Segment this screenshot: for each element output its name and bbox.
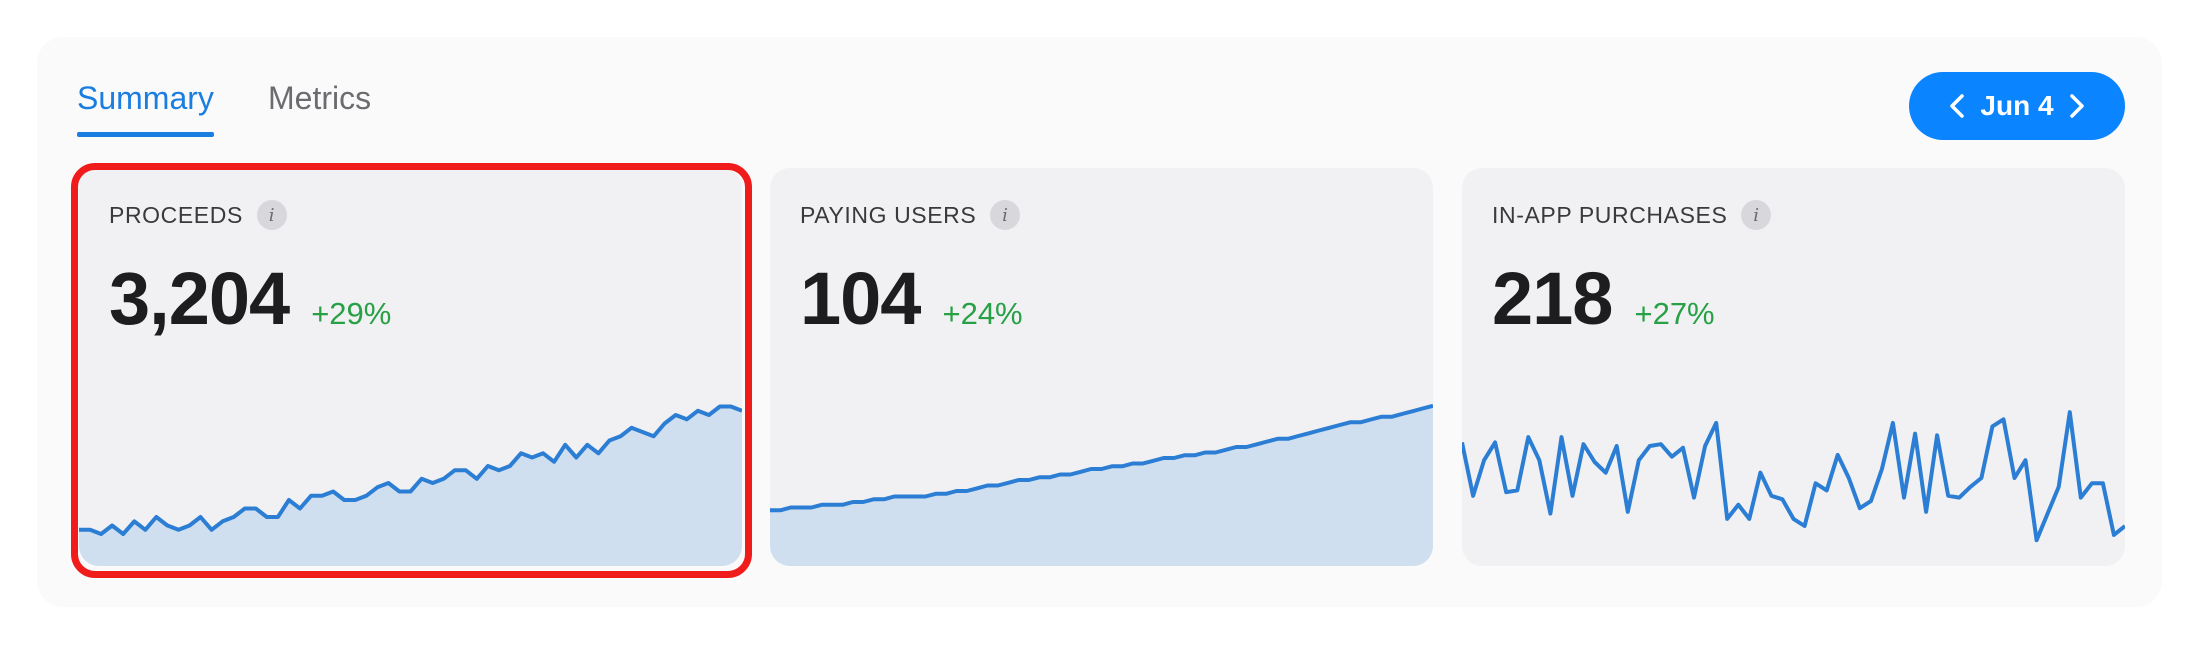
in-app-purchases-change: +27% — [1634, 296, 1715, 331]
chevron-left-icon — [1950, 94, 1964, 118]
in-app-purchases-title: IN-APP PURCHASES — [1492, 201, 1728, 228]
tab-metrics[interactable]: Metrics — [268, 78, 371, 118]
paying-users-metric: 104 +24% — [800, 256, 1023, 341]
tab-metrics-label: Metrics — [268, 80, 372, 116]
proceeds-change: +29% — [311, 296, 392, 331]
in-app-purchases-metric: 218 +27% — [1492, 256, 1715, 341]
sparkline-area — [770, 405, 1433, 566]
proceeds-title: PROCEEDS — [109, 201, 243, 228]
chevron-right-icon — [2070, 94, 2084, 118]
paying-users-title-row: PAYING USERS i — [800, 200, 1021, 230]
proceeds-value: 3,204 — [109, 257, 290, 340]
info-icon[interactable]: i — [990, 200, 1021, 230]
info-icon[interactable]: i — [256, 200, 287, 230]
proceeds-card[interactable]: PROCEEDS i 3,204 +29% — [79, 168, 742, 566]
previous-date-button[interactable] — [1927, 72, 1987, 140]
paying-users-title: PAYING USERS — [800, 201, 977, 228]
proceeds-metric: 3,204 +29% — [109, 256, 391, 341]
in-app-purchases-card[interactable]: IN-APP PURCHASES i 218 +27% — [1462, 168, 2125, 566]
info-icon[interactable]: i — [1741, 200, 1772, 230]
in-app-purchases-value: 218 — [1492, 257, 1613, 340]
date-navigator: Jun 4 — [1909, 72, 2125, 140]
sparkline-line — [1462, 410, 2125, 543]
tab-summary[interactable]: Summary — [77, 78, 214, 137]
active-tab-indicator — [77, 132, 214, 137]
paying-users-card[interactable]: PAYING USERS i 104 +24% — [770, 168, 1433, 566]
tab-summary-label: Summary — [77, 80, 214, 116]
proceeds-title-row: PROCEEDS i — [109, 200, 287, 230]
paying-users-change: +24% — [942, 296, 1023, 331]
next-date-button[interactable] — [2047, 72, 2107, 140]
paying-users-value: 104 — [800, 257, 921, 340]
in-app-purchases-title-row: IN-APP PURCHASES i — [1492, 200, 1772, 230]
